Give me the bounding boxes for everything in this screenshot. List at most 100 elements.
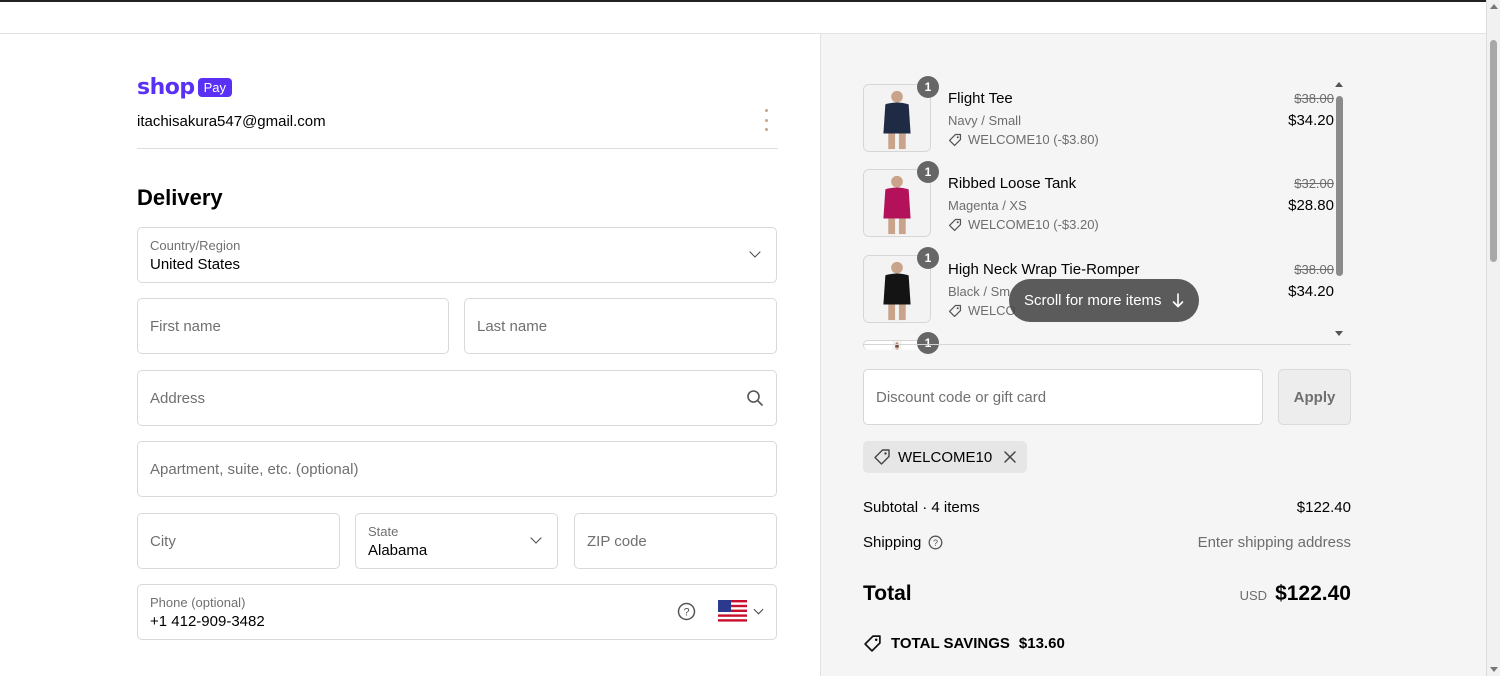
- state-select[interactable]: State Alabama: [355, 513, 558, 569]
- applied-code-label: WELCOME10: [898, 448, 993, 466]
- first-name-placeholder: First name: [150, 317, 221, 335]
- product-name: High Neck Wrap Tie-Romper: [948, 261, 1140, 278]
- tag-icon: [948, 133, 962, 146]
- product-discount-label: WELCOME10 (-$3.20): [968, 217, 1099, 232]
- product-original-price: $38.00: [1294, 262, 1334, 277]
- svg-text:?: ?: [933, 538, 938, 548]
- last-name-placeholder: Last name: [477, 317, 548, 335]
- product-discount-label: WELCO: [968, 303, 1016, 318]
- city-placeholder: City: [150, 532, 176, 550]
- help-icon[interactable]: ?: [677, 602, 696, 621]
- quantity-badge: 1: [917, 161, 939, 183]
- subtotal-label: Subtotal · 4 items: [863, 499, 980, 516]
- cart-item: 1 Flight Tee Navy / Small WELCOME10 (-$3.80…: [863, 76, 1353, 156]
- chevron-down-icon: [753, 604, 764, 615]
- total-value: $122.40: [1275, 582, 1351, 605]
- last-name-field[interactable]: Last name: [464, 298, 777, 354]
- subtotal-value: $122.40: [1296, 499, 1351, 516]
- country-value: United States: [150, 256, 241, 273]
- page-scrollbar[interactable]: [1486, 0, 1500, 676]
- pay-badge: Pay: [197, 78, 233, 97]
- total-savings-row: TOTAL SAVINGS $13.60: [863, 634, 1351, 653]
- product-variant: Magenta / XS: [948, 198, 1027, 213]
- total-currency: USD: [1239, 588, 1268, 603]
- state-label: State: [368, 524, 399, 539]
- scroll-hint-label: Scroll for more items: [1024, 292, 1162, 309]
- discount-placeholder: Discount code or gift card: [876, 388, 1047, 406]
- phone-label: Phone (optional): [150, 595, 246, 610]
- product-variant: Black / Sm: [948, 284, 1011, 299]
- phone-value: +1 412-909-3482: [150, 613, 265, 630]
- quantity-badge: 1: [917, 247, 939, 269]
- city-field[interactable]: City: [137, 513, 340, 569]
- product-variant: Navy / Small: [948, 113, 1021, 128]
- quantity-badge: 1: [917, 76, 939, 98]
- country-label: Country/Region: [150, 238, 241, 253]
- remove-discount-close-icon[interactable]: [1003, 450, 1017, 464]
- account-email: itachisakura547@gmail.com: [137, 113, 326, 130]
- us-flag-icon[interactable]: [718, 600, 747, 622]
- cart-item: 1: [863, 332, 1353, 354]
- total-row: Total USD $122.40: [863, 582, 1351, 606]
- product-discount-label: WELCOME10 (-$3.80): [968, 132, 1099, 147]
- phone-field[interactable]: Phone (optional) +1 412-909-3482 ?: [137, 584, 777, 640]
- account-more-menu-icon[interactable]: [758, 109, 774, 131]
- product-discount: WELCOME10 (-$3.20): [948, 217, 1099, 232]
- tag-icon: [948, 304, 962, 317]
- product-original-price: $38.00: [1294, 91, 1334, 106]
- shipping-label: Shipping: [863, 534, 922, 551]
- discount-code-input[interactable]: Discount code or gift card: [863, 369, 1263, 425]
- arrow-down-icon: [1172, 293, 1183, 308]
- product-original-price: $32.00: [1294, 176, 1334, 191]
- divider: [863, 344, 1351, 345]
- quantity-badge: 1: [917, 332, 939, 354]
- savings-tag-icon: [864, 635, 881, 652]
- scroll-down-arrow-icon[interactable]: [1490, 667, 1498, 672]
- apartment-placeholder: Apartment, suite, etc. (optional): [150, 460, 359, 478]
- product-discount: WELCO: [948, 303, 1016, 318]
- svg-text:?: ?: [683, 607, 689, 619]
- tag-icon: [948, 218, 962, 231]
- product-price: $34.20: [1288, 283, 1334, 300]
- order-summary-panel: 1 Flight Tee Navy / Small WELCOME10 (-$3.80…: [820, 34, 1486, 676]
- country-select[interactable]: Country/Region United States: [137, 227, 777, 283]
- apartment-field[interactable]: Apartment, suite, etc. (optional): [137, 441, 777, 497]
- delivery-heading: Delivery: [137, 185, 223, 210]
- address-field[interactable]: Address: [137, 370, 777, 426]
- browser-top-bar: [0, 0, 1486, 34]
- savings-value: $13.60: [1018, 635, 1065, 652]
- shipping-help-icon[interactable]: ?: [928, 535, 943, 550]
- shipping-row: Shipping ? Enter shipping address: [863, 534, 1351, 551]
- scroll-down-arrow-icon[interactable]: [1335, 331, 1343, 336]
- savings-label: TOTAL SAVINGS: [891, 635, 1010, 652]
- search-icon[interactable]: [746, 389, 764, 407]
- shop-logo-text: shop: [137, 75, 195, 100]
- cart-item: 1 Ribbed Loose Tank Magenta / XS WELCOME10 …: [863, 161, 1353, 241]
- scrollbar-thumb[interactable]: [1336, 96, 1343, 276]
- shipping-value: Enter shipping address: [1197, 534, 1351, 551]
- subtotal-row: Subtotal · 4 items $122.40: [863, 499, 1351, 516]
- total-label: Total: [863, 582, 912, 605]
- scroll-up-arrow-icon[interactable]: [1335, 82, 1343, 87]
- applied-discount-chip: WELCOME10: [863, 441, 1028, 473]
- address-placeholder: Address: [150, 389, 206, 407]
- product-price: $34.20: [1288, 112, 1334, 129]
- tag-icon: [874, 449, 890, 465]
- product-discount: WELCOME10 (-$3.80): [948, 132, 1099, 147]
- chevron-down-icon: [749, 246, 761, 258]
- scroll-for-more-button[interactable]: Scroll for more items: [1009, 279, 1199, 322]
- first-name-field[interactable]: First name: [137, 298, 449, 354]
- product-name: Flight Tee: [948, 90, 1013, 107]
- state-value: Alabama: [368, 542, 428, 559]
- divider: [137, 148, 778, 149]
- product-list-scrollbar[interactable]: [1334, 78, 1344, 340]
- checkout-form-panel: shop Pay itachisakura547@gmail.com Deliv…: [0, 34, 820, 676]
- scroll-up-arrow-icon[interactable]: [1490, 4, 1498, 9]
- product-price: $28.80: [1288, 197, 1334, 214]
- zip-placeholder: ZIP code: [587, 532, 647, 550]
- apply-discount-button[interactable]: Apply: [1278, 369, 1351, 425]
- zip-field[interactable]: ZIP code: [574, 513, 777, 569]
- scrollbar-thumb[interactable]: [1490, 40, 1497, 262]
- shop-pay-logo: shop Pay: [137, 75, 233, 100]
- product-name: Ribbed Loose Tank: [948, 175, 1077, 192]
